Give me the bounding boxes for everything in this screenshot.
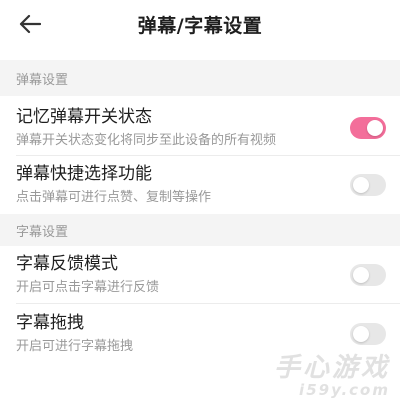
section-header-danmaku: 弹幕设置	[0, 60, 400, 96]
setting-description: 开启可点击字幕进行反馈	[16, 280, 160, 295]
back-button[interactable]	[12, 8, 48, 40]
settings-page: 弹幕/字幕设置 弹幕设置 记忆弹幕开关状态 弹幕开关状态变化将同步至此设备的所有…	[0, 0, 400, 404]
setting-row-subtitle-drag: 字幕拖拽 开启可进行字幕拖拽	[0, 304, 400, 364]
subtitle-feedback-toggle[interactable]	[350, 264, 386, 286]
subtitle-drag-toggle[interactable]	[350, 323, 386, 345]
setting-title: 字幕拖拽	[16, 313, 84, 333]
arrow-left-icon	[19, 14, 41, 34]
setting-title: 记忆弹幕开关状态	[16, 107, 152, 127]
setting-description: 弹幕开关状态变化将同步至此设备的所有视频	[16, 133, 277, 148]
top-bar: 弹幕/字幕设置	[0, 0, 400, 48]
remember-danmaku-toggle[interactable]	[350, 117, 386, 139]
setting-row-remember-danmaku: 记忆弹幕开关状态 弹幕开关状态变化将同步至此设备的所有视频	[0, 100, 400, 156]
setting-title: 字幕反馈模式	[16, 254, 118, 274]
danmaku-quick-select-toggle[interactable]	[350, 174, 386, 196]
setting-title: 弹幕快捷选择功能	[16, 164, 152, 184]
setting-row-danmaku-quick-select: 弹幕快捷选择功能 点击弹幕可进行点赞、复制等操作	[0, 156, 400, 214]
watermark-sub-text: i59y.com	[299, 381, 390, 399]
setting-row-subtitle-feedback: 字幕反馈模式 开启可点击字幕进行反馈	[0, 246, 400, 304]
toggle-knob	[353, 267, 369, 283]
toggle-knob	[353, 177, 369, 193]
section-header-subtitle: 字幕设置	[0, 214, 400, 246]
setting-description: 开启可进行字幕拖拽	[16, 339, 134, 354]
setting-description: 点击弹幕可进行点赞、复制等操作	[16, 190, 212, 205]
toggle-knob	[367, 120, 383, 136]
page-title: 弹幕/字幕设置	[137, 14, 263, 37]
toggle-knob	[353, 326, 369, 342]
